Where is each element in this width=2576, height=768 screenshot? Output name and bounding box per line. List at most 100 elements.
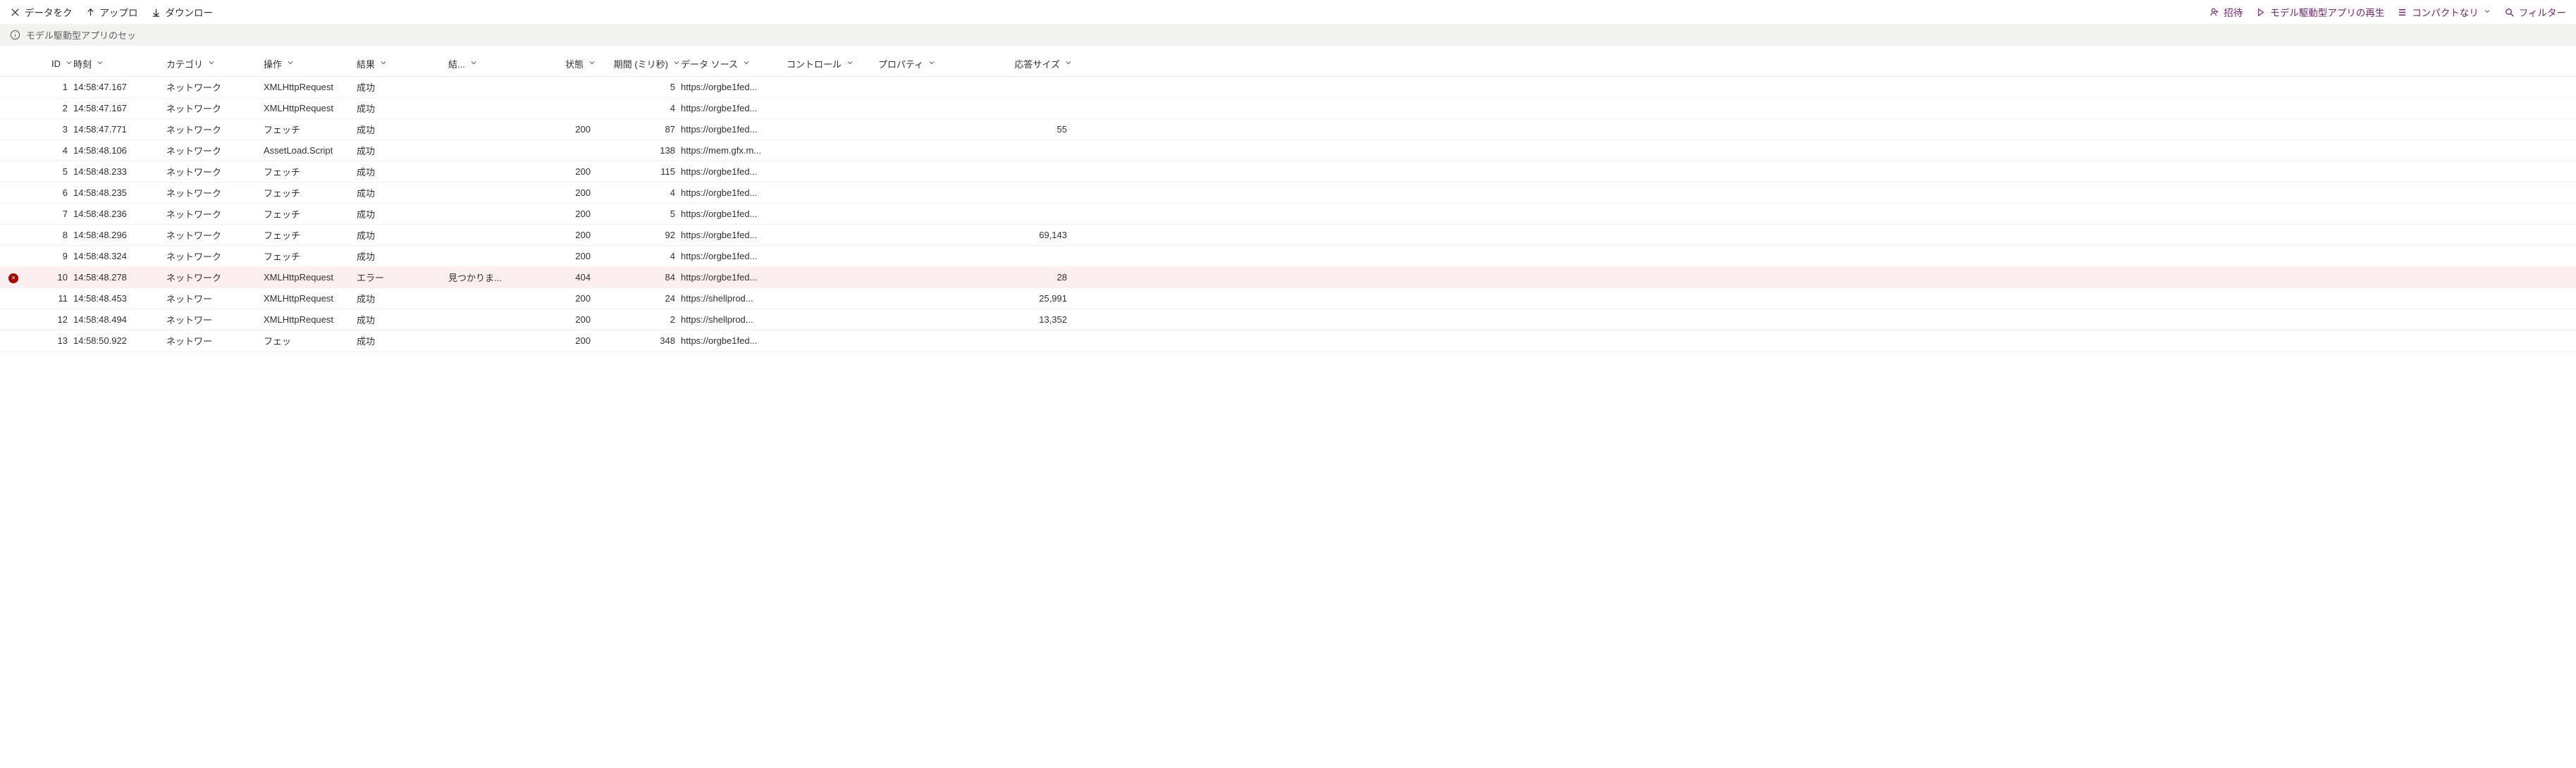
col-result[interactable]: 結果 bbox=[357, 57, 448, 70]
cell-operation: フェッチ bbox=[264, 207, 357, 221]
chevron-down-icon bbox=[207, 58, 216, 69]
cell-datasource: https://orgbe1fed... bbox=[681, 124, 787, 135]
cell-datasource: https://orgbe1fed... bbox=[681, 166, 787, 177]
col-result-detail[interactable]: 結... bbox=[448, 57, 512, 70]
cell-result: 成功 bbox=[357, 249, 448, 263]
cell-time: 14:58:48.324 bbox=[73, 251, 166, 261]
invite-label: 招待 bbox=[2224, 5, 2243, 19]
cell-category: ネットワーク bbox=[166, 165, 264, 178]
col-datasource[interactable]: データ ソース bbox=[681, 57, 787, 70]
cell-duration: 87 bbox=[596, 124, 681, 135]
table-row[interactable]: 1014:58:48.278ネットワークXMLHttpRequestエラー見つか… bbox=[0, 267, 2576, 288]
cell-result: 成功 bbox=[357, 207, 448, 221]
cell-result: 成功 bbox=[357, 186, 448, 199]
invite-button[interactable]: 招待 bbox=[2209, 5, 2243, 19]
table-row[interactable]: 614:58:48.235ネットワークフェッチ成功2004https://org… bbox=[0, 182, 2576, 204]
table-row[interactable]: 114:58:47.167ネットワークXMLHttpRequest成功5http… bbox=[0, 77, 2576, 98]
replay-button[interactable]: モデル駆動型アプリの再生 bbox=[2255, 5, 2384, 19]
cell-operation: XMLHttpRequest bbox=[264, 314, 357, 325]
col-operation[interactable]: 操作 bbox=[264, 57, 357, 70]
table-row[interactable]: 814:58:48.296ネットワークフェッチ成功20092https://or… bbox=[0, 225, 2576, 246]
cell-category: ネットワーク bbox=[166, 123, 264, 136]
download-icon bbox=[151, 7, 161, 18]
col-time[interactable]: 時刻 bbox=[73, 57, 166, 70]
cell-time: 14:58:48.278 bbox=[73, 272, 166, 283]
cell-result: 成功 bbox=[357, 334, 448, 347]
error-icon bbox=[8, 273, 18, 283]
person-icon bbox=[2209, 7, 2219, 18]
replay-label: モデル駆動型アプリの再生 bbox=[2270, 5, 2384, 19]
table-row[interactable]: 714:58:48.236ネットワークフェッチ成功2005https://org… bbox=[0, 204, 2576, 225]
search-icon bbox=[2504, 7, 2515, 18]
clear-data-button[interactable]: データをク bbox=[10, 5, 73, 19]
col-id[interactable]: ID bbox=[28, 58, 73, 69]
cell-category: ネットワーク bbox=[166, 207, 264, 221]
cell-result: 成功 bbox=[357, 228, 448, 242]
chevron-down-icon bbox=[672, 58, 681, 69]
table-row[interactable]: 1114:58:48.453ネットワーXMLHttpRequest成功20024… bbox=[0, 288, 2576, 309]
cell-datasource: https://shellprod... bbox=[681, 314, 787, 325]
cell-datasource: https://orgbe1fed... bbox=[681, 230, 787, 240]
upload-button[interactable]: アップロ bbox=[85, 5, 138, 19]
cell-time: 14:58:48.106 bbox=[73, 145, 166, 156]
col-control[interactable]: コントロール bbox=[787, 57, 878, 70]
col-operation-label: 操作 bbox=[264, 57, 282, 70]
cell-duration: 24 bbox=[596, 293, 681, 304]
cell-id: 4 bbox=[28, 145, 73, 156]
cell-operation: フェッチ bbox=[264, 249, 357, 263]
cell-operation: XMLHttpRequest bbox=[264, 293, 357, 304]
cell-datasource: https://orgbe1fed... bbox=[681, 272, 787, 283]
cell-category: ネットワーク bbox=[166, 271, 264, 284]
toolbar-left: データをク アップロ ダウンロー bbox=[10, 5, 213, 19]
cell-status: 200 bbox=[512, 293, 596, 304]
table-row[interactable]: 314:58:47.771ネットワークフェッチ成功20087https://or… bbox=[0, 119, 2576, 140]
grid-header: ID 時刻 カテゴリ 操作 結果 結... 状態 期間 (ミリ秒) データ ソー… bbox=[0, 50, 2576, 77]
cell-category: ネットワー bbox=[166, 292, 264, 305]
col-category[interactable]: カテゴリ bbox=[166, 57, 264, 70]
filter-button[interactable]: フィルター bbox=[2504, 5, 2566, 19]
cell-status: 404 bbox=[512, 272, 596, 283]
cell-status: 200 bbox=[512, 166, 596, 177]
cell-duration: 4 bbox=[596, 251, 681, 261]
cell-id: 12 bbox=[28, 314, 73, 325]
col-time-label: 時刻 bbox=[73, 57, 92, 70]
cell-status: 200 bbox=[512, 230, 596, 240]
list-icon bbox=[2397, 7, 2408, 18]
cell-status: 200 bbox=[512, 251, 596, 261]
download-button[interactable]: ダウンロー bbox=[151, 5, 214, 19]
cell-category: ネットワーク bbox=[166, 249, 264, 263]
chevron-down-icon bbox=[2483, 7, 2491, 18]
col-status[interactable]: 状態 bbox=[512, 57, 596, 70]
chevron-down-icon bbox=[928, 58, 936, 69]
data-grid: ID 時刻 カテゴリ 操作 結果 結... 状態 期間 (ミリ秒) データ ソー… bbox=[0, 50, 2576, 352]
cell-category: ネットワーク bbox=[166, 80, 264, 94]
table-row[interactable]: 1314:58:50.922ネットワーフェッ成功200348https://or… bbox=[0, 330, 2576, 352]
cell-duration: 5 bbox=[596, 209, 681, 219]
compact-label: コンパクトなリ bbox=[2412, 5, 2479, 19]
col-resp-size[interactable]: 応答サイズ bbox=[967, 57, 1073, 70]
table-row[interactable]: 414:58:48.106ネットワークAssetLoad.Script成功138… bbox=[0, 140, 2576, 161]
cell-status: 200 bbox=[512, 124, 596, 135]
cell-category: ネットワーク bbox=[166, 186, 264, 199]
col-property[interactable]: プロパティ bbox=[878, 57, 967, 70]
toolbar: データをク アップロ ダウンロー 招待 モデル駆動型アプリの再生 bbox=[0, 0, 2576, 24]
table-row[interactable]: 914:58:48.324ネットワークフェッチ成功2004https://org… bbox=[0, 246, 2576, 267]
cell-id: 6 bbox=[28, 187, 73, 198]
cell-duration: 4 bbox=[596, 103, 681, 113]
upload-icon bbox=[85, 7, 96, 18]
cell-category: ネットワーク bbox=[166, 228, 264, 242]
cell-id: 1 bbox=[28, 82, 73, 92]
cell-datasource: https://orgbe1fed... bbox=[681, 251, 787, 261]
cell-result: 成功 bbox=[357, 101, 448, 115]
upload-label: アップロ bbox=[100, 5, 138, 19]
table-row[interactable]: 514:58:48.233ネットワークフェッチ成功200115https://o… bbox=[0, 161, 2576, 182]
cell-status: 200 bbox=[512, 314, 596, 325]
info-bar-text: モデル駆動型アプリのセッ bbox=[26, 28, 136, 42]
cell-resp-size: 28 bbox=[967, 272, 1073, 283]
cell-status: 200 bbox=[512, 209, 596, 219]
table-row[interactable]: 214:58:47.167ネットワークXMLHttpRequest成功4http… bbox=[0, 98, 2576, 119]
col-duration[interactable]: 期間 (ミリ秒) bbox=[596, 57, 681, 70]
compact-button[interactable]: コンパクトなリ bbox=[2397, 5, 2491, 19]
cell-time: 14:58:48.236 bbox=[73, 209, 166, 219]
table-row[interactable]: 1214:58:48.494ネットワーXMLHttpRequest成功2002h… bbox=[0, 309, 2576, 330]
